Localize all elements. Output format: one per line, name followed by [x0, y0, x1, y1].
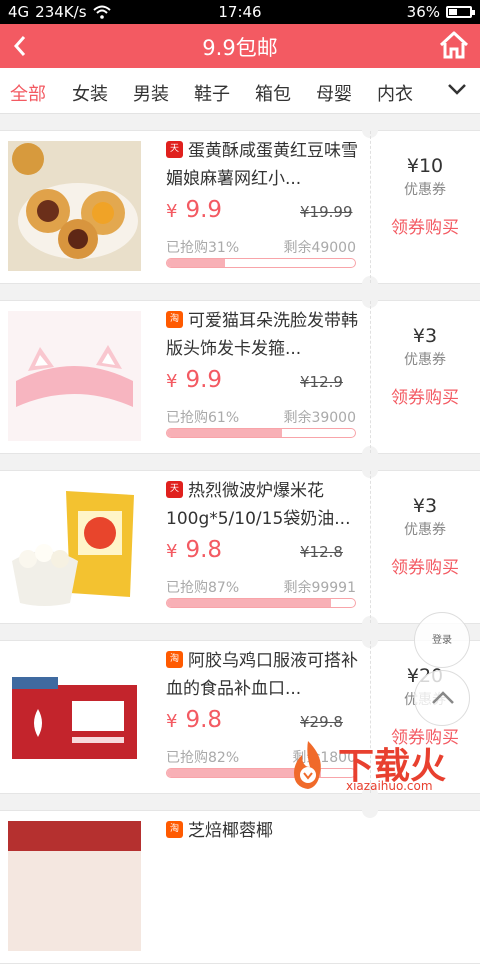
original-price: ¥12.9 [300, 373, 343, 391]
tab-shoes[interactable]: 鞋子 [194, 80, 230, 106]
get-coupon-button[interactable]: 领券购买 [370, 383, 480, 408]
chevron-up-icon [432, 691, 454, 704]
coupon-panel: ¥10 优惠券 领券购买 [370, 155, 480, 238]
list-item[interactable]: 天猫 热烈微波炉爆米花100g*5/10/15袋奶油... ¥9.8 ¥12.8… [0, 470, 480, 624]
product-name: 蛋黄酥咸蛋黄红豆味雪媚娘麻薯网红小... [166, 141, 358, 189]
status-bar: 4G 234K/s 17:46 36% [0, 0, 480, 24]
header: 9.9包邮 [0, 24, 480, 68]
progress-bar [166, 258, 356, 268]
page-title: 9.9包邮 [202, 36, 278, 60]
scroll-top-button[interactable] [414, 670, 470, 726]
coupon-panel: ¥3 优惠券 领券购买 [370, 495, 480, 578]
product-name: 可爱猫耳朵洗脸发带韩版头饰发卡发箍... [166, 311, 358, 359]
progress-fill [167, 429, 282, 437]
progress-bar [166, 428, 356, 438]
tab-baby[interactable]: 母婴 [316, 80, 352, 106]
coupon-label: 优惠券 [404, 352, 446, 368]
product-image [8, 141, 141, 271]
list-item[interactable]: 天猫 蛋黄酥咸蛋黄红豆味雪媚娘麻薯网红小... ¥9.9 ¥19.99 已抢购3… [0, 130, 480, 284]
product-image [8, 821, 141, 951]
progress-bar [166, 598, 356, 608]
product-image [8, 651, 141, 781]
price-value: 9.8 [185, 537, 223, 563]
coupon-label: 优惠券 [404, 182, 446, 198]
remaining-stock: 剩余99991 [283, 580, 356, 596]
coupon-label: 优惠券 [404, 522, 446, 538]
product-price: ¥9.9 [166, 197, 223, 223]
product-price: ¥9.8 [166, 537, 223, 563]
product-name: 芝焙椰蓉椰 [188, 821, 273, 841]
watermark-url: xiazaihuo.com [346, 779, 433, 793]
product-name: 阿胶乌鸡口服液可搭补血的食品补血口... [166, 651, 358, 699]
tab-all[interactable]: 全部 [10, 80, 46, 106]
login-float-button[interactable]: 登录 [414, 612, 470, 668]
sold-percent: 已抢购61% [166, 410, 240, 426]
tab-women[interactable]: 女装 [72, 80, 108, 106]
progress-fill [167, 259, 226, 267]
sold-percent: 已抢购87% [166, 580, 240, 596]
get-coupon-button[interactable]: 领券购买 [370, 213, 480, 238]
battery-percent: 36% [406, 3, 440, 21]
tab-bags[interactable]: 箱包 [255, 80, 291, 106]
chevron-down-icon[interactable] [446, 78, 468, 100]
price-value: 9.9 [185, 197, 223, 223]
get-coupon-button[interactable]: 领券购买 [370, 553, 480, 578]
price-value: 9.9 [185, 367, 223, 393]
category-tabs: 全部 女装 男装 鞋子 箱包 母婴 内衣 [0, 68, 480, 114]
progress-fill [167, 599, 331, 607]
price-value: 9.8 [185, 707, 223, 733]
sold-percent: 已抢购82% [166, 750, 240, 766]
coupon-panel: ¥3 优惠券 领券购买 [370, 325, 480, 408]
home-button[interactable] [438, 30, 470, 60]
flame-logo-icon [294, 741, 321, 789]
remaining-stock: 剩余49000 [283, 240, 356, 256]
watermark: 下载火 xiazaihuo.com [280, 735, 476, 795]
battery-icon [446, 6, 475, 18]
product-list: 天猫 蛋黄酥咸蛋黄红豆味雪媚娘麻薯网红小... ¥9.9 ¥19.99 已抢购3… [0, 114, 480, 964]
sold-percent: 已抢购31% [166, 240, 240, 256]
tab-underwear[interactable]: 内衣 [377, 80, 413, 106]
coupon-amount: ¥10 [406, 155, 444, 177]
original-price: ¥19.99 [300, 203, 353, 221]
list-item[interactable]: 淘 芝焙椰蓉椰 [0, 810, 480, 964]
coupon-amount: ¥3 [412, 495, 438, 517]
product-image [8, 311, 141, 441]
product-price: ¥9.9 [166, 367, 223, 393]
remaining-stock: 剩余39000 [283, 410, 356, 426]
product-image [8, 481, 141, 611]
product-price: ¥9.8 [166, 707, 223, 733]
coupon-amount: ¥3 [412, 325, 438, 347]
tab-men[interactable]: 男装 [133, 80, 169, 106]
original-price: ¥12.8 [300, 543, 343, 561]
product-name: 热烈微波炉爆米花100g*5/10/15袋奶油... [166, 481, 351, 529]
home-icon [439, 31, 469, 59]
list-item[interactable]: 淘 可爱猫耳朵洗脸发带韩版头饰发卡发箍... ¥9.9 ¥12.9 已抢购61%… [0, 300, 480, 454]
original-price: ¥29.8 [300, 713, 343, 731]
